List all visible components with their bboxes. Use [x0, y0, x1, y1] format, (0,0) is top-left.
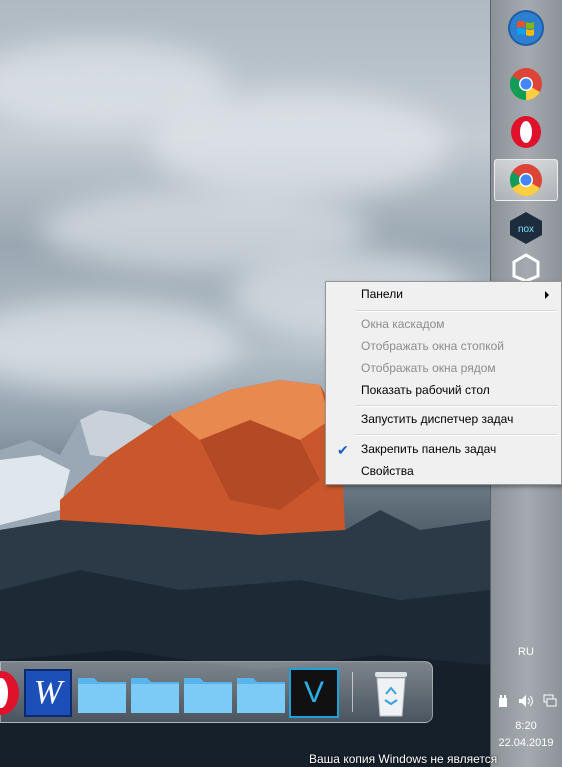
submenu-arrow-icon — [545, 291, 549, 299]
activation-notice: Ваша копия Windows не является — [309, 752, 498, 766]
dock-folder-button[interactable] — [183, 668, 233, 718]
svg-text:nox: nox — [518, 224, 534, 235]
dock-folder-button[interactable] — [130, 668, 180, 718]
taskbar-context-menu: Панели Окна каскадом Отображать окна сто… — [325, 281, 562, 485]
unity-icon — [512, 253, 540, 281]
dock-word-button[interactable]: W — [24, 668, 72, 718]
menu-item-toolbars[interactable]: Панели — [328, 284, 559, 305]
taskbar-nox-button[interactable]: nox — [494, 207, 558, 249]
system-tray-icons — [492, 694, 562, 708]
chrome-icon — [509, 68, 542, 101]
dock-separator — [352, 672, 353, 712]
folder-icon — [237, 678, 285, 713]
dock-opera-button[interactable] — [0, 668, 21, 718]
checkmark-icon: ✔ — [337, 442, 349, 458]
menu-separator — [356, 310, 558, 312]
windows-start-orb-icon — [508, 10, 544, 46]
folder-icon — [78, 678, 126, 713]
opera-icon — [511, 116, 541, 148]
menu-item-task-manager[interactable]: Запустить диспетчер задач — [328, 409, 559, 430]
dock-recycle-bin-button[interactable] — [369, 668, 413, 718]
menu-item-cascade-windows: Окна каскадом — [328, 314, 559, 335]
power-plug-icon[interactable] — [496, 694, 510, 708]
vegas-icon: V — [289, 668, 339, 718]
taskbar-unity-button[interactable] — [494, 252, 558, 282]
menu-item-lock-taskbar[interactable]: ✔ Закрепить панель задач — [328, 439, 559, 460]
menu-item-label: Закрепить панель задач — [361, 442, 497, 456]
start-button[interactable] — [494, 7, 558, 49]
language-indicator[interactable]: RU — [490, 646, 562, 658]
folder-icon — [131, 678, 179, 713]
dock-vegas-button[interactable]: V — [289, 668, 339, 718]
menu-item-label: Свойства — [361, 464, 414, 478]
menu-item-label: Панели — [361, 287, 403, 301]
taskbar-chrome-active-button[interactable] — [494, 159, 558, 201]
clock-time: 8:20 — [515, 720, 537, 732]
dock-folder-button[interactable] — [77, 668, 127, 718]
taskbar-chrome-button[interactable] — [494, 63, 558, 105]
chrome-icon — [509, 164, 542, 197]
bottom-dock: W V — [0, 661, 433, 723]
dock-folder-button[interactable] — [236, 668, 286, 718]
menu-item-label: Отображать окна рядом — [361, 361, 496, 375]
nox-icon: nox — [510, 212, 542, 244]
menu-item-label: Запустить диспетчер задач — [361, 412, 514, 426]
system-clock[interactable]: 8:20 22.04.2019 — [490, 718, 562, 752]
menu-separator — [356, 405, 558, 407]
menu-item-label: Показать рабочий стол — [361, 383, 490, 397]
network-icon[interactable] — [542, 694, 558, 708]
taskbar-opera-button[interactable] — [494, 111, 558, 153]
word-icon: W — [24, 669, 72, 717]
folder-icon — [184, 678, 232, 713]
opera-icon — [0, 671, 19, 715]
menu-separator — [356, 434, 558, 436]
menu-item-side-by-side: Отображать окна рядом — [328, 358, 559, 379]
recycle-bin-icon — [375, 672, 407, 717]
volume-icon[interactable] — [518, 694, 534, 708]
menu-item-stack-windows: Отображать окна стопкой — [328, 336, 559, 357]
menu-item-label: Окна каскадом — [361, 317, 445, 331]
menu-item-show-desktop[interactable]: Показать рабочий стол — [328, 380, 559, 401]
clock-date: 22.04.2019 — [498, 737, 554, 749]
menu-item-properties[interactable]: Свойства — [328, 461, 559, 482]
menu-item-label: Отображать окна стопкой — [361, 339, 504, 353]
